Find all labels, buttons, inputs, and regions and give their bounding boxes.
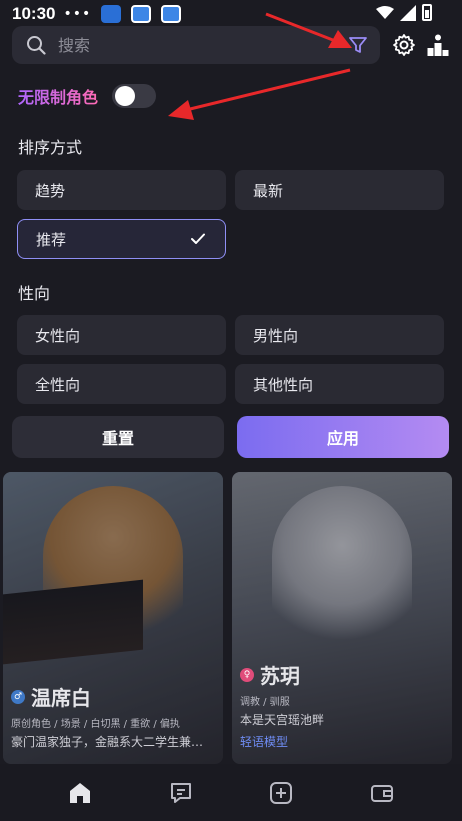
character-name: 苏玥 bbox=[260, 664, 300, 688]
search-bar[interactable] bbox=[12, 26, 380, 64]
character-card[interactable]: ♂ 温席白 原创角色 / 场景 / 白切黑 / 重欲 / 偏执 豪门温家独子，金… bbox=[3, 472, 223, 764]
reset-button[interactable]: 重置 bbox=[12, 416, 224, 458]
filter-icon[interactable] bbox=[348, 35, 368, 55]
character-tags: 原创角色 / 场景 / 白切黑 / 重欲 / 偏执 bbox=[11, 719, 180, 730]
character-card-info: ♀ 苏玥 调教 / 驯服 本是天宫瑶池畔 轻语模型 bbox=[232, 660, 452, 764]
character-name: 温席白 bbox=[31, 686, 91, 710]
male-gender-icon: ♂ bbox=[11, 689, 25, 704]
wallet-icon[interactable] bbox=[369, 780, 395, 806]
add-icon[interactable] bbox=[268, 780, 294, 806]
character-card-info: ♂ 温席白 原创角色 / 场景 / 白切黑 / 重欲 / 偏执 豪门温家独子，金… bbox=[3, 682, 223, 764]
annotation-arrow bbox=[168, 68, 351, 120]
female-gender-icon: ♀ bbox=[240, 667, 254, 682]
character-model-label: 轻语模型 bbox=[240, 735, 289, 749]
status-indicators bbox=[376, 4, 432, 21]
chat-icon[interactable] bbox=[168, 780, 194, 806]
wifi-icon bbox=[376, 5, 394, 19]
character-card[interactable]: ♀ 苏玥 调教 / 驯服 本是天宫瑶池畔 轻语模型 bbox=[232, 472, 452, 764]
status-dots: ••• bbox=[63, 6, 92, 22]
sort-option-recommended[interactable]: 推荐 bbox=[17, 219, 226, 259]
search-icon bbox=[27, 36, 46, 55]
orientation-option-other[interactable]: 其他性向 bbox=[235, 364, 444, 404]
unlimited-role-row: 无限制角色 bbox=[18, 84, 157, 108]
gear-icon[interactable] bbox=[392, 33, 416, 57]
unlimited-role-label: 无限制角色 bbox=[18, 84, 98, 108]
sort-option-trending[interactable]: 趋势 bbox=[17, 170, 226, 210]
check-icon bbox=[191, 233, 205, 244]
toggle-knob bbox=[115, 86, 136, 106]
leaderboard-icon[interactable] bbox=[427, 33, 449, 57]
status-time: 10:30 bbox=[12, 4, 56, 23]
notification-app-icon bbox=[131, 5, 152, 23]
orientation-option-all[interactable]: 全性向 bbox=[17, 364, 226, 404]
home-icon[interactable] bbox=[67, 780, 93, 806]
unlimited-role-toggle[interactable] bbox=[112, 84, 157, 108]
orientation-option-male[interactable]: 男性向 bbox=[235, 315, 444, 355]
signal-icon bbox=[400, 4, 416, 21]
orientation-option-female[interactable]: 女性向 bbox=[17, 315, 226, 355]
sort-option-latest[interactable]: 最新 bbox=[235, 170, 444, 210]
search-input[interactable] bbox=[58, 35, 318, 55]
battery-icon bbox=[422, 4, 432, 21]
character-description: 豪门温家独子，金融系大二学生兼… bbox=[11, 735, 204, 749]
orientation-section-title: 性向 bbox=[18, 284, 51, 303]
character-description: 本是天宫瑶池畔 bbox=[240, 713, 325, 727]
status-bar: 10:30 ••• bbox=[0, 0, 462, 28]
bottom-navigation bbox=[0, 764, 462, 821]
apply-button[interactable]: 应用 bbox=[237, 416, 449, 458]
notification-app-icon bbox=[161, 5, 182, 23]
sort-section-title: 排序方式 bbox=[18, 138, 83, 157]
sort-option-label: 推荐 bbox=[36, 230, 67, 249]
character-tags: 调教 / 驯服 bbox=[240, 697, 290, 708]
notification-app-icon bbox=[101, 5, 122, 23]
